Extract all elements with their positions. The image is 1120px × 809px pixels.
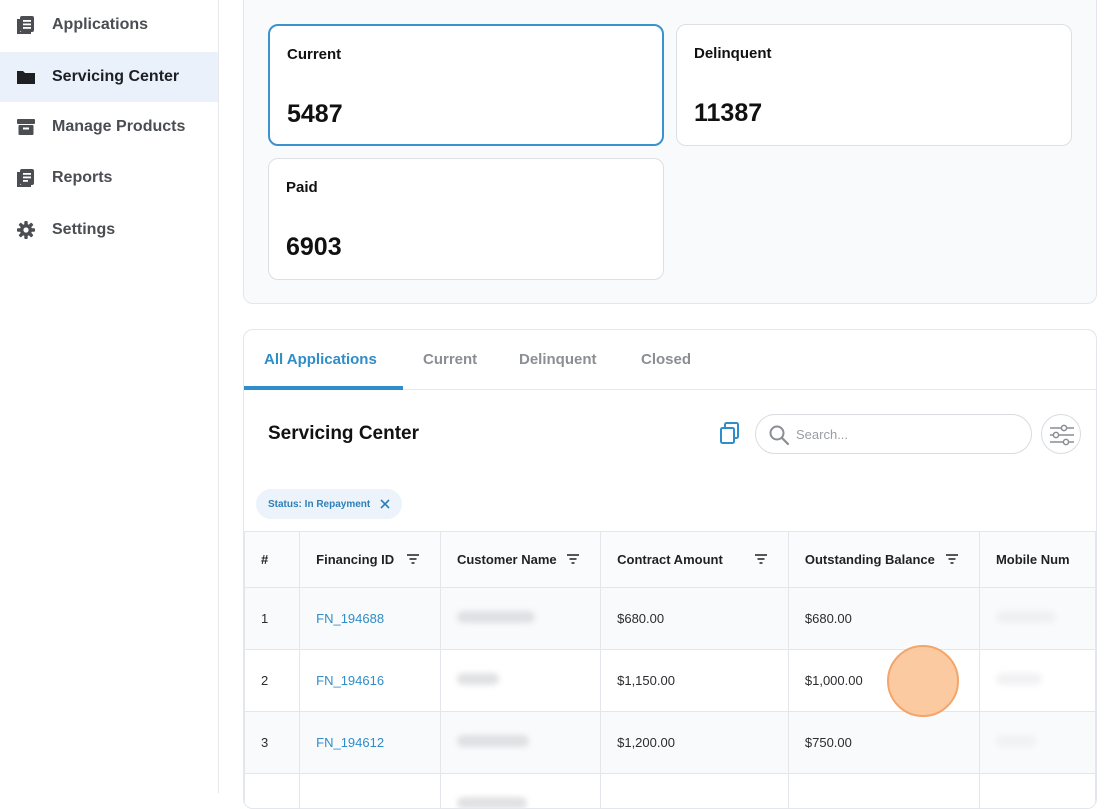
cell-customer-name-redacted (440, 774, 600, 809)
servicing-table-panel: All Applications Current Delinquent Clos… (243, 329, 1097, 809)
document-list-icon (16, 15, 36, 35)
gear-icon (16, 220, 36, 240)
tab-all-applications[interactable]: All Applications (264, 351, 377, 368)
cell-mobile-redacted (979, 774, 1095, 809)
cell-number: 2 (245, 650, 300, 712)
filter-settings-button[interactable] (1041, 414, 1081, 454)
sidebar-item-servicing-center[interactable]: Servicing Center (0, 52, 218, 102)
stat-card-delinquent[interactable]: Delinquent 11387 (676, 24, 1072, 146)
close-icon[interactable] (378, 497, 392, 511)
sidebar: Applications Servicing Center Manage Pro… (0, 0, 219, 793)
cell-mobile-redacted (979, 712, 1095, 774)
cell-contract-amount: $1,150.00 (601, 650, 789, 712)
search-box (755, 414, 1032, 454)
cell-financing-id (300, 774, 441, 809)
folder-icon (16, 67, 36, 87)
search-input[interactable] (796, 423, 1016, 445)
copy-icon[interactable] (717, 420, 743, 446)
table-row[interactable]: 1 FN_194688 $680.00 $680.00 (245, 588, 1096, 650)
stat-card-current[interactable]: Current 5487 (268, 24, 664, 146)
column-header-mobile-number[interactable]: Mobile Num (979, 532, 1095, 588)
section-title: Servicing Center (268, 423, 419, 445)
stat-card-value: 11387 (694, 99, 762, 128)
column-header-outstanding-balance[interactable]: Outstanding Balance (788, 532, 979, 588)
stat-card-title: Paid (286, 179, 318, 196)
cell-contract-amount: $680.00 (601, 588, 789, 650)
cell-number (245, 774, 300, 809)
cell-contract-amount (601, 774, 789, 809)
sliders-icon (1042, 415, 1082, 455)
stat-card-value: 5487 (287, 100, 343, 129)
sidebar-item-manage-products[interactable]: Manage Products (0, 102, 218, 152)
stat-card-title: Current (287, 46, 341, 63)
tab-delinquent[interactable]: Delinquent (519, 351, 597, 368)
column-header-financing-id[interactable]: Financing ID (300, 532, 441, 588)
filter-lines-icon[interactable] (406, 553, 420, 565)
main-content: Current 5487 Delinquent 11387 Paid 6903 … (220, 0, 1120, 793)
servicing-table: # Financing ID Customer Name Contract Am… (244, 531, 1096, 809)
cell-customer-name-redacted (440, 712, 600, 774)
cell-customer-name-redacted (440, 650, 600, 712)
stat-card-value: 6903 (286, 233, 342, 262)
tab-current[interactable]: Current (423, 351, 477, 368)
sidebar-item-reports[interactable]: Reports (0, 153, 218, 203)
sidebar-item-label: Reports (52, 169, 112, 187)
stats-panel: Current 5487 Delinquent 11387 Paid 6903 (243, 0, 1097, 304)
tab-bar: All Applications Current Delinquent Clos… (244, 330, 1096, 390)
financing-id-link[interactable]: FN_194688 (316, 611, 384, 626)
cell-mobile-redacted (979, 650, 1095, 712)
sidebar-item-label: Applications (52, 16, 148, 34)
column-header-contract-amount[interactable]: Contract Amount (601, 532, 789, 588)
table-header-row: # Financing ID Customer Name Contract Am… (245, 532, 1096, 588)
financing-id-link[interactable]: FN_194616 (316, 673, 384, 688)
sidebar-item-label: Manage Products (52, 118, 185, 136)
cell-outstanding-balance: $750.00 (788, 712, 979, 774)
cell-outstanding-balance (788, 774, 979, 809)
column-header-customer-name[interactable]: Customer Name (440, 532, 600, 588)
chip-label: Status: In Repayment (268, 499, 370, 510)
table-row[interactable]: 3 FN_194612 $1,200.00 $750.00 (245, 712, 1096, 774)
cell-number: 1 (245, 588, 300, 650)
table-row[interactable]: 2 FN_194616 $1,150.00 $1,000.00 (245, 650, 1096, 712)
cell-contract-amount: $1,200.00 (601, 712, 789, 774)
column-header-number: # (245, 532, 300, 588)
sidebar-item-settings[interactable]: Settings (0, 205, 218, 255)
table-row[interactable] (245, 774, 1096, 809)
archive-box-icon (16, 117, 36, 137)
sidebar-item-label: Settings (52, 221, 115, 239)
filter-lines-icon[interactable] (945, 553, 959, 565)
status-filter-chip: Status: In Repayment (256, 489, 402, 519)
sidebar-item-label: Servicing Center (52, 68, 179, 86)
cell-mobile-redacted (979, 588, 1095, 650)
sidebar-item-applications[interactable]: Applications (0, 0, 218, 50)
filter-lines-icon[interactable] (566, 553, 580, 565)
tab-closed[interactable]: Closed (641, 351, 691, 368)
search-icon (768, 424, 790, 446)
stat-card-title: Delinquent (694, 45, 772, 62)
active-tab-indicator (244, 386, 403, 390)
cell-number: 3 (245, 712, 300, 774)
cell-outstanding-balance: $680.00 (788, 588, 979, 650)
filter-lines-icon[interactable] (754, 553, 768, 565)
financing-id-link[interactable]: FN_194612 (316, 735, 384, 750)
report-icon (16, 168, 36, 188)
cell-customer-name-redacted (440, 588, 600, 650)
click-indicator (887, 645, 959, 717)
stat-card-paid[interactable]: Paid 6903 (268, 158, 664, 280)
